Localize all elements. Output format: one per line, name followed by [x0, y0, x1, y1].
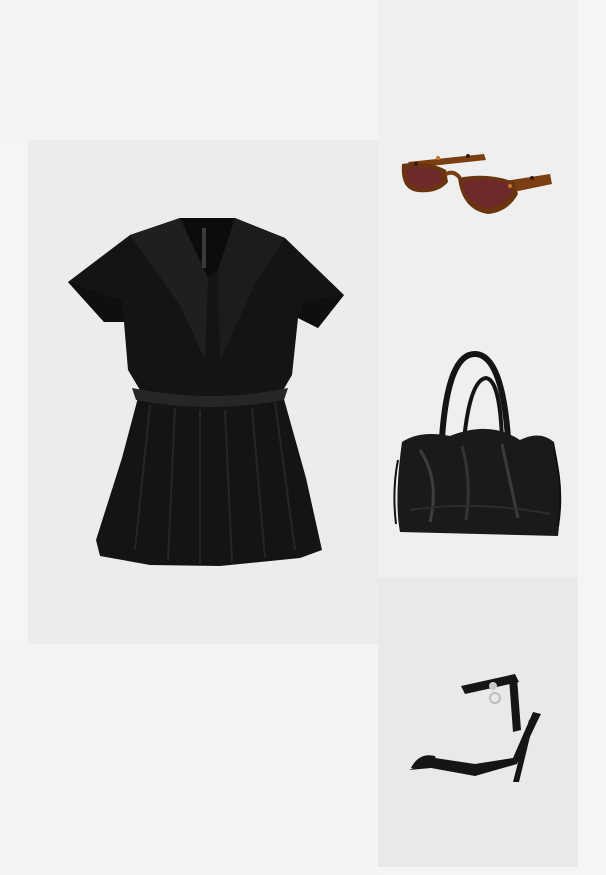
handbag-image[interactable] — [390, 350, 566, 542]
background-panel-top-left — [0, 0, 378, 140]
background-edge — [578, 0, 606, 875]
sunglasses-image[interactable] — [398, 150, 554, 222]
background-panel-bottom-left — [0, 644, 378, 875]
sandal-image[interactable] — [405, 672, 545, 784]
dress-image[interactable] — [60, 210, 350, 570]
